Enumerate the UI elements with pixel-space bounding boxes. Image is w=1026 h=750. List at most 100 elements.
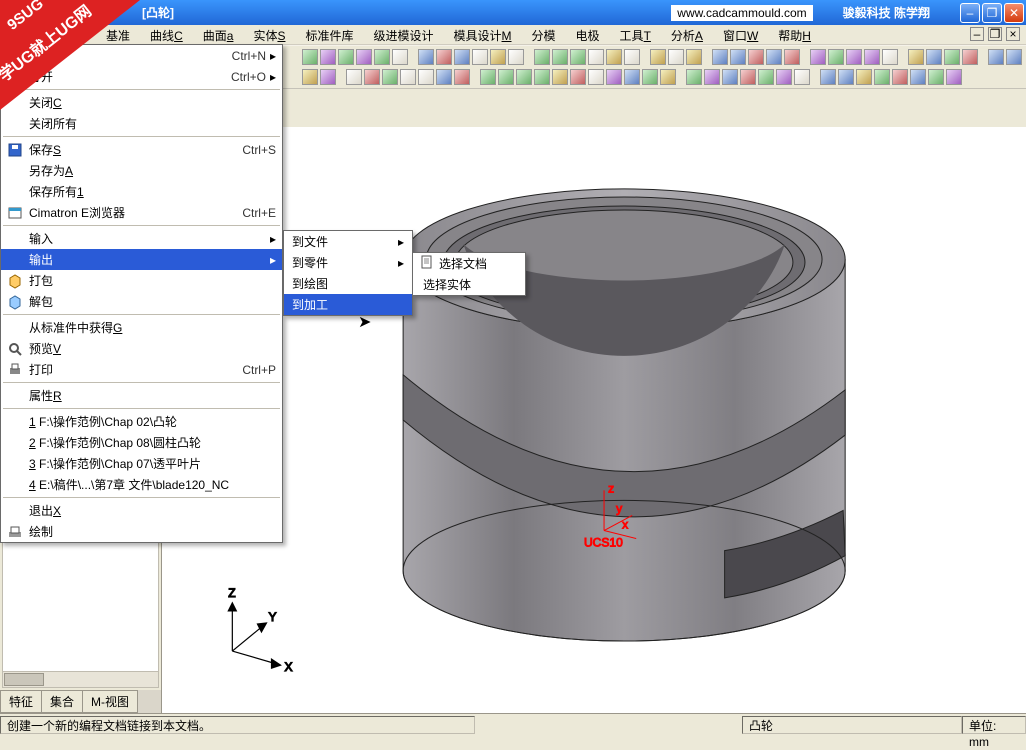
tool-icon[interactable] — [624, 49, 640, 65]
tool-icon[interactable] — [864, 49, 880, 65]
menu-help[interactable]: 帮助H — [768, 25, 821, 44]
tool-icon[interactable] — [874, 69, 890, 85]
menu-item[interactable]: 关闭所有 — [1, 113, 282, 134]
tool-icon[interactable] — [722, 69, 738, 85]
tool-icon[interactable] — [606, 49, 622, 65]
tool-icon[interactable] — [400, 69, 416, 85]
tool-icon[interactable] — [624, 69, 640, 85]
tool-icon[interactable] — [588, 69, 604, 85]
tool-icon[interactable] — [810, 49, 826, 65]
tool-icon[interactable] — [944, 49, 960, 65]
tool-icon[interactable] — [766, 49, 782, 65]
tool-icon[interactable] — [962, 49, 978, 65]
minimize-button[interactable]: – — [960, 3, 980, 23]
tool-icon[interactable] — [320, 49, 336, 65]
close-button[interactable]: ✕ — [1004, 3, 1024, 23]
menu-item[interactable]: 2 F:\操作范例\Chap 08\圆柱凸轮 — [1, 432, 282, 453]
tool-icon[interactable] — [928, 69, 944, 85]
tool-icon[interactable] — [946, 69, 962, 85]
tool-icon[interactable] — [570, 69, 586, 85]
tool-icon[interactable] — [686, 69, 702, 85]
tool-icon[interactable] — [650, 49, 666, 65]
menu-solid[interactable]: 实体S — [243, 25, 295, 44]
tool-icon[interactable] — [820, 69, 836, 85]
tool-icon[interactable] — [908, 49, 924, 65]
tool-icon[interactable] — [882, 49, 898, 65]
menu-item[interactable]: 输出▸ — [1, 249, 282, 270]
menu-item[interactable]: 预览V — [1, 338, 282, 359]
tool-icon[interactable] — [498, 69, 514, 85]
menu-item[interactable]: 1 F:\操作范例\Chap 02\凸轮 — [1, 411, 282, 432]
tool-icon[interactable] — [490, 49, 506, 65]
tool-icon[interactable] — [472, 49, 488, 65]
tool-icon[interactable] — [570, 49, 586, 65]
tool-icon[interactable] — [392, 49, 408, 65]
tool-icon[interactable] — [356, 49, 372, 65]
tool-icon[interactable] — [338, 49, 354, 65]
menu-electrode[interactable]: 电极 — [566, 25, 610, 44]
tool-icon[interactable] — [776, 69, 792, 85]
tool-icon[interactable] — [712, 49, 728, 65]
menu-item[interactable]: 从标准件中获得G — [1, 317, 282, 338]
menu-item[interactable]: 退出X — [1, 500, 282, 521]
menu-stdparts[interactable]: 标准件库 — [295, 25, 363, 44]
tool-icon[interactable] — [660, 69, 676, 85]
submenu2-select-entity[interactable]: 选择实体 — [413, 274, 525, 295]
tool-icon[interactable] — [552, 49, 568, 65]
tab-mview[interactable]: M-视图 — [82, 690, 138, 713]
tool-icon[interactable] — [730, 49, 746, 65]
menu-mold[interactable]: 模具设计M — [444, 25, 522, 44]
mdi-restore-icon[interactable]: ❐ — [988, 27, 1002, 41]
menu-curve[interactable]: 曲线C — [140, 25, 193, 44]
tool-icon[interactable] — [606, 69, 622, 85]
tool-icon[interactable] — [364, 69, 380, 85]
menu-item[interactable]: 属性R — [1, 385, 282, 406]
menu-surface[interactable]: 曲面a — [193, 25, 244, 44]
tool-icon[interactable] — [758, 69, 774, 85]
menu-item[interactable]: 输入▸ — [1, 228, 282, 249]
tool-icon[interactable] — [382, 69, 398, 85]
maximize-button[interactable]: ❐ — [982, 3, 1002, 23]
tool-icon[interactable] — [748, 49, 764, 65]
menu-item[interactable]: 3 F:\操作范例\Chap 07\透平叶片 — [1, 453, 282, 474]
tool-icon[interactable] — [704, 69, 720, 85]
tool-icon[interactable] — [302, 49, 318, 65]
menu-analysis[interactable]: 分析A — [661, 25, 713, 44]
tab-set[interactable]: 集合 — [41, 690, 83, 713]
menu-item[interactable]: 保存所有1 — [1, 181, 282, 202]
tool-icon[interactable] — [346, 69, 362, 85]
tool-icon[interactable] — [454, 69, 470, 85]
menu-item[interactable]: 保存SCtrl+S — [1, 139, 282, 160]
tool-icon[interactable] — [480, 69, 496, 85]
menu-item[interactable]: 打印Ctrl+P — [1, 359, 282, 380]
tool-icon[interactable] — [588, 49, 604, 65]
tool-icon[interactable] — [838, 69, 854, 85]
scrollbar[interactable] — [3, 671, 158, 687]
menu-parting[interactable]: 分模 — [522, 25, 566, 44]
tool-icon[interactable] — [988, 49, 1004, 65]
tool-icon[interactable] — [534, 69, 550, 85]
submenu-to-file[interactable]: 到文件▸ — [284, 231, 412, 252]
menu-item[interactable]: 绘制 — [1, 521, 282, 542]
menu-item[interactable]: 打包 — [1, 270, 282, 291]
menu-tools[interactable]: 工具T — [610, 25, 661, 44]
submenu-to-drawing[interactable]: 到绘图 — [284, 273, 412, 294]
tool-icon[interactable] — [828, 49, 844, 65]
tool-icon[interactable] — [302, 69, 318, 85]
tool-icon[interactable] — [516, 69, 532, 85]
3d-viewport[interactable]: z y x UCS10 Z Y X — [162, 127, 1026, 713]
menu-progressive[interactable]: 级进模设计 — [363, 25, 443, 44]
tool-icon[interactable] — [436, 69, 452, 85]
tool-icon[interactable] — [374, 49, 390, 65]
tool-icon[interactable] — [534, 49, 550, 65]
tool-icon[interactable] — [642, 69, 658, 85]
tool-icon[interactable] — [784, 49, 800, 65]
tool-icon[interactable] — [846, 49, 862, 65]
submenu-to-part[interactable]: 到零件▸ — [284, 252, 412, 273]
mdi-close-icon[interactable]: × — [1006, 27, 1020, 41]
submenu2-select-doc[interactable]: 选择文档 — [413, 253, 525, 274]
menu-item[interactable]: Cimatron E浏览器Ctrl+E — [1, 202, 282, 223]
menu-item[interactable]: 另存为A — [1, 160, 282, 181]
tool-icon[interactable] — [856, 69, 872, 85]
tool-icon[interactable] — [508, 49, 524, 65]
